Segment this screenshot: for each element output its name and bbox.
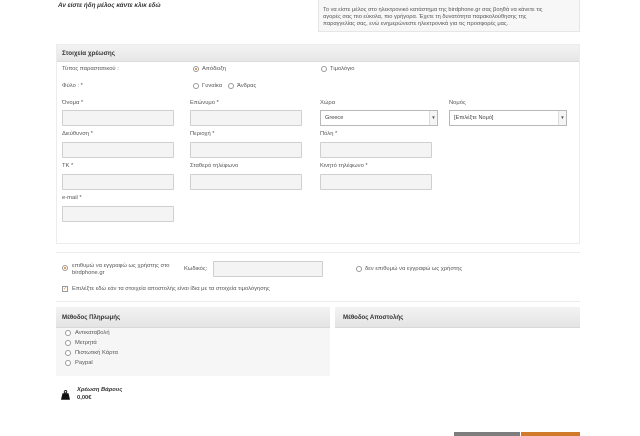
no-register-label: δεν επιθυμώ να εγγραφώ ως χρήστης <box>365 266 463 272</box>
city-label: Πόλη * <box>320 131 338 137</box>
payment-cod-radio[interactable] <box>65 330 71 336</box>
chevron-down-icon: ▼ <box>429 111 437 125</box>
login-link[interactable]: Αν είστε ήδη μέλος κάντε κλικ εδώ <box>58 2 161 9</box>
register-label-line: birdphone.gr <box>72 270 105 276</box>
last-name-input[interactable] <box>190 110 302 126</box>
zip-input[interactable] <box>62 174 174 190</box>
payment-cash-radio[interactable] <box>65 340 71 346</box>
back-button-edge[interactable] <box>454 432 520 436</box>
doc-type-receipt-radio[interactable] <box>193 66 199 72</box>
payment-paypal-label: Paypal <box>75 360 93 366</box>
no-register-radio[interactable] <box>356 266 362 272</box>
gender-male-label: Άνδρας <box>237 83 257 89</box>
payment-cod-label: Αντικαταβολή <box>75 330 110 336</box>
billing-header: Στοιχεία χρέωσης <box>57 45 579 62</box>
info-text-line: αγορές σας πιο εύκολα, πιο γρήγορα. Έχετ… <box>323 14 527 20</box>
register-label: επιθυμώ να εγγραφώ ως χρήστης στο birdph… <box>72 263 170 277</box>
city-input[interactable] <box>320 142 432 158</box>
payment-paypal-radio[interactable] <box>65 360 71 366</box>
area-label: Περιοχή * <box>190 131 215 137</box>
register-radio[interactable] <box>62 265 68 271</box>
same-shipping-checkbox[interactable]: ✓ <box>62 286 68 292</box>
prefecture-value: [Επιλέξτε Νομό] <box>454 115 494 121</box>
weight-charge-value: 0,00€ <box>77 395 92 401</box>
first-name-label: Όνομα * <box>62 100 84 106</box>
payment-card-label: Πιστωτική Κάρτα <box>75 350 118 356</box>
weight-charge-label: Χρέωση Βάρους <box>77 387 123 393</box>
mobile-input[interactable] <box>320 174 432 190</box>
payment-card-radio[interactable] <box>65 350 71 356</box>
doc-type-label: Τύπος παραστατικού : <box>62 66 119 72</box>
country-label: Χώρα <box>320 100 336 106</box>
payment-title: Μέθοδος Πληρωμής <box>62 314 121 321</box>
gender-female-label: Γυναίκα <box>202 83 223 89</box>
address-input[interactable] <box>62 142 174 158</box>
last-name-label: Επώνυμο * <box>190 100 219 106</box>
billing-panel: Στοιχεία χρέωσης Τύπος παραστατικού : Απ… <box>56 44 580 244</box>
address-label: Διεύθυνση * <box>62 131 93 137</box>
prefecture-label: Νομός <box>449 100 466 106</box>
payment-cash-label: Μετρητά <box>75 340 97 346</box>
email-label: e-mail * <box>62 195 82 201</box>
email-input[interactable] <box>62 206 174 222</box>
doc-type-invoice-label: Τιμολόγιο <box>330 66 355 72</box>
billing-title: Στοιχεία χρέωσης <box>62 50 115 57</box>
same-shipping-label: Επιλέξτε εδώ εάν τα στοιχεία αποστολής ε… <box>72 286 270 292</box>
gender-male-radio[interactable] <box>228 83 234 89</box>
country-select[interactable]: Greece ▼ <box>320 110 438 126</box>
payment-header: Μέθοδος Πληρωμής <box>56 307 330 328</box>
zip-label: ΤΚ * <box>62 163 74 169</box>
first-name-input[interactable] <box>62 110 174 126</box>
landline-label: Σταθερό τηλέφωνο <box>190 163 239 169</box>
payment-options-panel: Αντικαταβολή Μετρητά Πιστωτική Κάρτα Pay… <box>56 328 330 376</box>
info-text-line: Το να είστε μέλος στο ηλεκτρονικό κατάστ… <box>323 7 543 13</box>
shipping-title: Μέθοδος Αποστολής <box>343 314 404 321</box>
doc-type-receipt-label: Απόδειξη <box>202 66 227 72</box>
weight-icon <box>61 390 70 402</box>
info-text-line: παραγγελίας σας, ενώ ενημερώνεστε ηλεκτρ… <box>323 21 509 27</box>
membership-info-box: Το να είστε μέλος στο ηλεκτρονικό κατάστ… <box>318 0 580 32</box>
chevron-down-icon: ▼ <box>558 111 566 125</box>
mobile-label: Κινητό τηλέφωνο * <box>320 163 368 169</box>
landline-input[interactable] <box>190 174 302 190</box>
password-label: Κωδικός: <box>184 266 208 272</box>
doc-type-invoice-radio[interactable] <box>321 66 327 72</box>
continue-button-edge[interactable] <box>521 432 580 436</box>
shipping-options-panel <box>335 328 580 432</box>
gender-female-radio[interactable] <box>193 83 199 89</box>
gender-label: Φύλο : * <box>62 83 83 89</box>
password-input[interactable] <box>213 261 323 277</box>
prefecture-select[interactable]: [Επιλέξτε Νομό] ▼ <box>449 110 567 126</box>
area-input[interactable] <box>190 142 302 158</box>
shipping-header: Μέθοδος Αποστολής <box>335 307 580 328</box>
account-options-panel: επιθυμώ να εγγραφώ ως χρήστης στο birdph… <box>56 252 580 302</box>
country-value: Greece <box>325 115 344 121</box>
register-label-line: επιθυμώ να εγγραφώ ως χρήστης στο <box>72 263 170 269</box>
